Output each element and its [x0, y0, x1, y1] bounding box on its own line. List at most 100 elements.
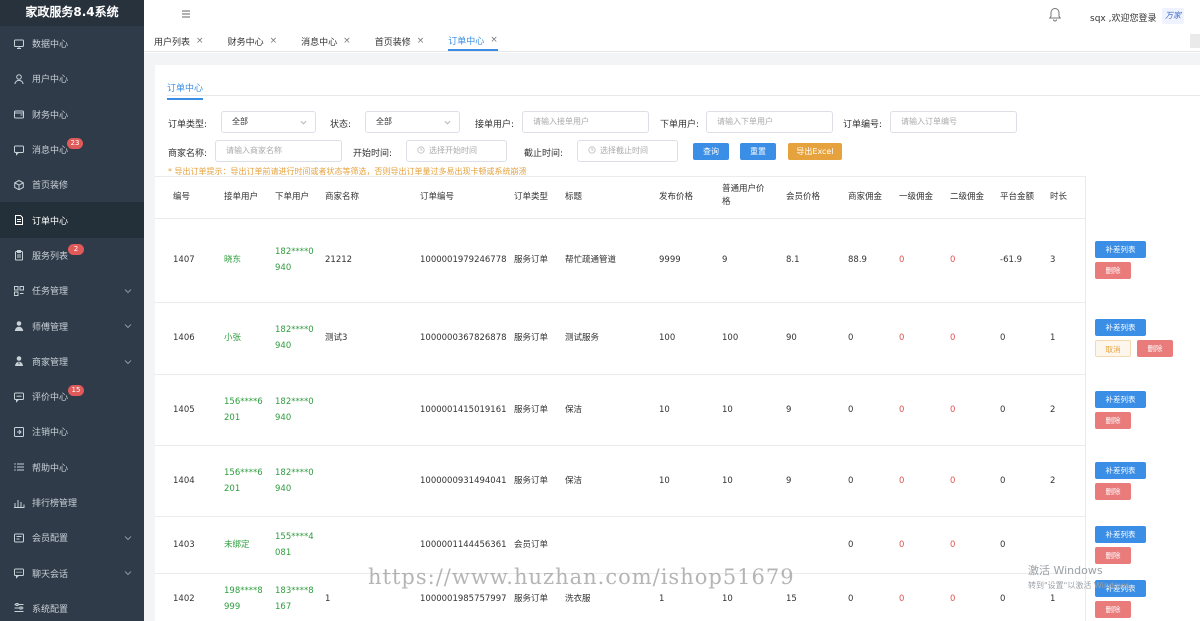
table-cell[interactable]: 182****0 [275, 467, 314, 480]
sidebar-item[interactable]: 用户中心 [0, 61, 144, 96]
supplement-list-button[interactable]: 补差列表 [1095, 525, 1146, 543]
table-cell[interactable]: 156****6 [224, 467, 263, 480]
taker-input[interactable]: 请输入接单用户 [522, 111, 649, 133]
tab[interactable]: 用户列表 × [154, 31, 204, 51]
row-divider [155, 302, 1200, 303]
table-cell[interactable]: 小张 [224, 332, 241, 345]
merchant-label: 商家名称: [168, 149, 208, 159]
table-cell[interactable]: 182****0 [275, 396, 314, 409]
table-cell[interactable]: 167 [275, 601, 291, 614]
close-icon[interactable]: × [196, 36, 204, 46]
end-time-picker[interactable]: 选择截止时间 [577, 140, 678, 162]
sidebar: 家政服务8.4系统 数据中心 用户中心 财务中心 消息中心 23 首页装修 订单中心 服务列表… [0, 0, 144, 621]
sidebar-item[interactable]: 消息中心 23 [0, 132, 144, 167]
sidebar-item[interactable]: 系统配置 [0, 591, 144, 621]
sidebar-item[interactable]: 帮助中心 [0, 450, 144, 485]
table-cell: 0 [899, 333, 905, 343]
table-cell[interactable]: 156****6 [224, 396, 263, 409]
column-header: 二级佣金 [950, 192, 985, 202]
sidebar-item[interactable]: 聊天会话 [0, 555, 144, 590]
tab[interactable]: 首页装修 × [375, 31, 425, 51]
table-cell[interactable]: 201 [224, 412, 240, 425]
windows-activation-notice: 激活 Windows 转到"设置"以激活 Windows。 [1028, 562, 1138, 591]
delete-button[interactable]: 删除 [1095, 411, 1131, 429]
delete-button[interactable]: 删除 [1095, 262, 1131, 279]
sidebar-item[interactable]: 订单中心 [0, 202, 144, 238]
row-divider [155, 176, 1200, 177]
table-cell[interactable]: 182****0 [275, 246, 314, 259]
tab-scroll-handle[interactable] [1190, 34, 1200, 48]
cancel-button[interactable]: 取消 [1095, 340, 1131, 357]
menu-toggle-icon[interactable] [181, 9, 191, 19]
sidebar-item[interactable]: 任务管理 [0, 273, 144, 308]
delete-button[interactable]: 删除 [1137, 340, 1173, 357]
start-time-picker[interactable]: 选择开始时间 [406, 140, 507, 162]
sidebar-item[interactable]: 注销中心 [0, 414, 144, 449]
sidebar-item[interactable]: 师傅管理 [0, 308, 144, 343]
sidebar-item[interactable]: 排行榜管理 [0, 485, 144, 520]
avatar[interactable]: 万家 [1162, 8, 1184, 24]
actions-column-divider [1085, 176, 1086, 621]
merchant-input[interactable]: 请输入商家名称 [215, 140, 342, 162]
bell-icon[interactable] [1048, 7, 1062, 22]
table-cell[interactable]: 940 [275, 340, 291, 353]
supplement-list-button[interactable]: 补差列表 [1095, 319, 1146, 336]
order-type-select[interactable]: 全部 [221, 111, 316, 133]
table-cell[interactable]: 182****0 [275, 324, 314, 337]
tab[interactable]: 财务中心 × [228, 31, 278, 51]
table-cell[interactable]: 081 [275, 547, 291, 560]
tab[interactable]: 订单中心 × [448, 31, 498, 51]
sidebar-item-label: 用户中心 [32, 75, 69, 86]
table-cell[interactable]: 183****8 [275, 585, 314, 598]
table-cell[interactable]: 999 [224, 601, 240, 614]
page-title[interactable]: 订单中心 [167, 81, 204, 100]
end-time-placeholder: 选择截止时间 [600, 146, 648, 155]
sidebar-item[interactable]: 服务列表 2 [0, 238, 144, 273]
sidebar-item-label: 数据中心 [32, 40, 69, 51]
table-cell[interactable]: 155****4 [275, 531, 314, 544]
export-excel-button[interactable]: 导出Excel [788, 143, 842, 160]
status-select[interactable]: 全部 [365, 111, 460, 133]
table-cell[interactable]: 940 [275, 262, 291, 275]
sidebar-item[interactable]: 评价中心 15 [0, 379, 144, 414]
placer-input[interactable]: 请输入下单用户 [706, 111, 833, 133]
table-cell[interactable]: 940 [275, 412, 291, 425]
column-header: 发布价格 [659, 192, 694, 202]
close-icon[interactable]: × [417, 36, 425, 46]
sidebar-item[interactable]: 财务中心 [0, 97, 144, 132]
table-cell: 0 [848, 475, 854, 486]
order-no-input[interactable]: 请输入订单编号 [890, 111, 1017, 133]
top-header: sqx ,欢迎您登录 万家 [144, 0, 1200, 33]
table-cell: 1 [325, 594, 331, 604]
table-cell[interactable]: 晓东 [224, 254, 241, 267]
query-button[interactable]: 查询 [693, 143, 729, 160]
delete-button[interactable]: 删除 [1095, 601, 1131, 618]
table-cell[interactable]: 940 [275, 483, 291, 496]
table-cell: 0 [950, 333, 956, 343]
sidebar-item[interactable]: 数据中心 [0, 26, 144, 61]
supplement-list-button[interactable]: 补差列表 [1095, 461, 1146, 479]
table-cell: 1000000931494041 [420, 475, 507, 486]
supplement-list-button[interactable]: 补差列表 [1095, 241, 1146, 258]
sidebar-item-label: 服务列表 [32, 251, 69, 262]
sidebar-item[interactable]: 首页装修 [0, 167, 144, 202]
close-icon[interactable]: × [490, 35, 498, 45]
table-cell: 2 [1050, 404, 1056, 415]
delete-button[interactable]: 删除 [1095, 482, 1131, 500]
delete-button[interactable]: 删除 [1095, 546, 1131, 564]
close-icon[interactable]: × [343, 36, 351, 46]
tab[interactable]: 消息中心 × [301, 31, 351, 51]
supplement-list-button[interactable]: 补差列表 [1095, 390, 1146, 408]
table-cell[interactable]: 未绑定 [224, 539, 250, 552]
table-cell: 1404 [173, 475, 195, 486]
cube-icon [13, 179, 25, 191]
sidebar-item-label: 订单中心 [32, 216, 69, 227]
windows-activation-subtitle: 转到"设置"以激活 Windows。 [1028, 581, 1138, 590]
table-cell[interactable]: 201 [224, 483, 240, 496]
close-icon[interactable]: × [270, 36, 278, 46]
sidebar-item[interactable]: 会员配置 [0, 520, 144, 555]
table-cell[interactable]: 198****8 [224, 585, 263, 598]
sidebar-item[interactable]: 商家管理 [0, 344, 144, 379]
tab-label: 订单中心 [448, 36, 485, 47]
reset-button[interactable]: 重置 [740, 143, 776, 160]
